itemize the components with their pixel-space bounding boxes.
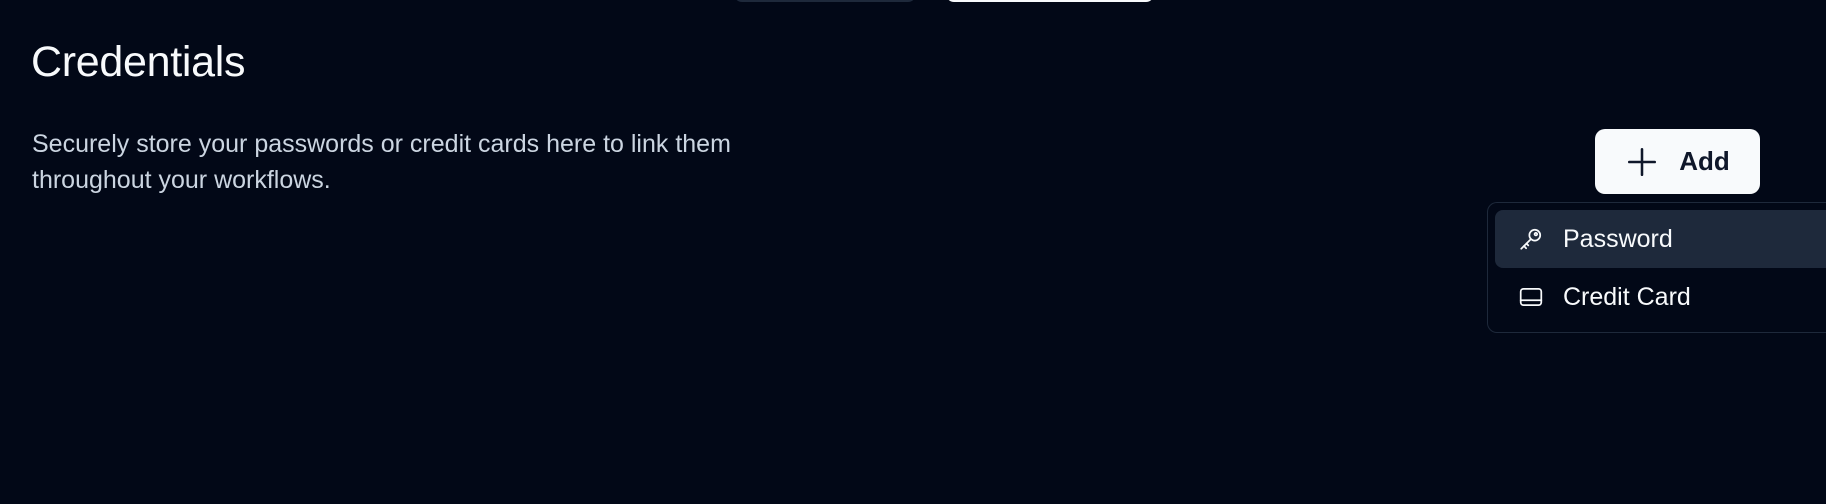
add-credential-menu: Password Credit Card — [1487, 202, 1826, 333]
menu-item-label: Password — [1563, 224, 1673, 253]
credit-card-icon — [1517, 283, 1545, 311]
add-button[interactable]: Add — [1595, 129, 1760, 194]
add-button-label: Add — [1679, 146, 1730, 176]
top-tab-partial-left[interactable] — [734, 0, 916, 2]
top-tab-partial-right[interactable] — [946, 0, 1154, 2]
menu-item-credit-card[interactable]: Credit Card — [1495, 268, 1826, 326]
plus-icon — [1625, 145, 1659, 179]
menu-item-password[interactable]: Password — [1495, 210, 1826, 268]
menu-item-label: Credit Card — [1563, 282, 1691, 311]
page-title: Credentials — [31, 38, 246, 86]
page-description: Securely store your passwords or credit … — [32, 130, 731, 194]
key-icon — [1517, 225, 1545, 253]
